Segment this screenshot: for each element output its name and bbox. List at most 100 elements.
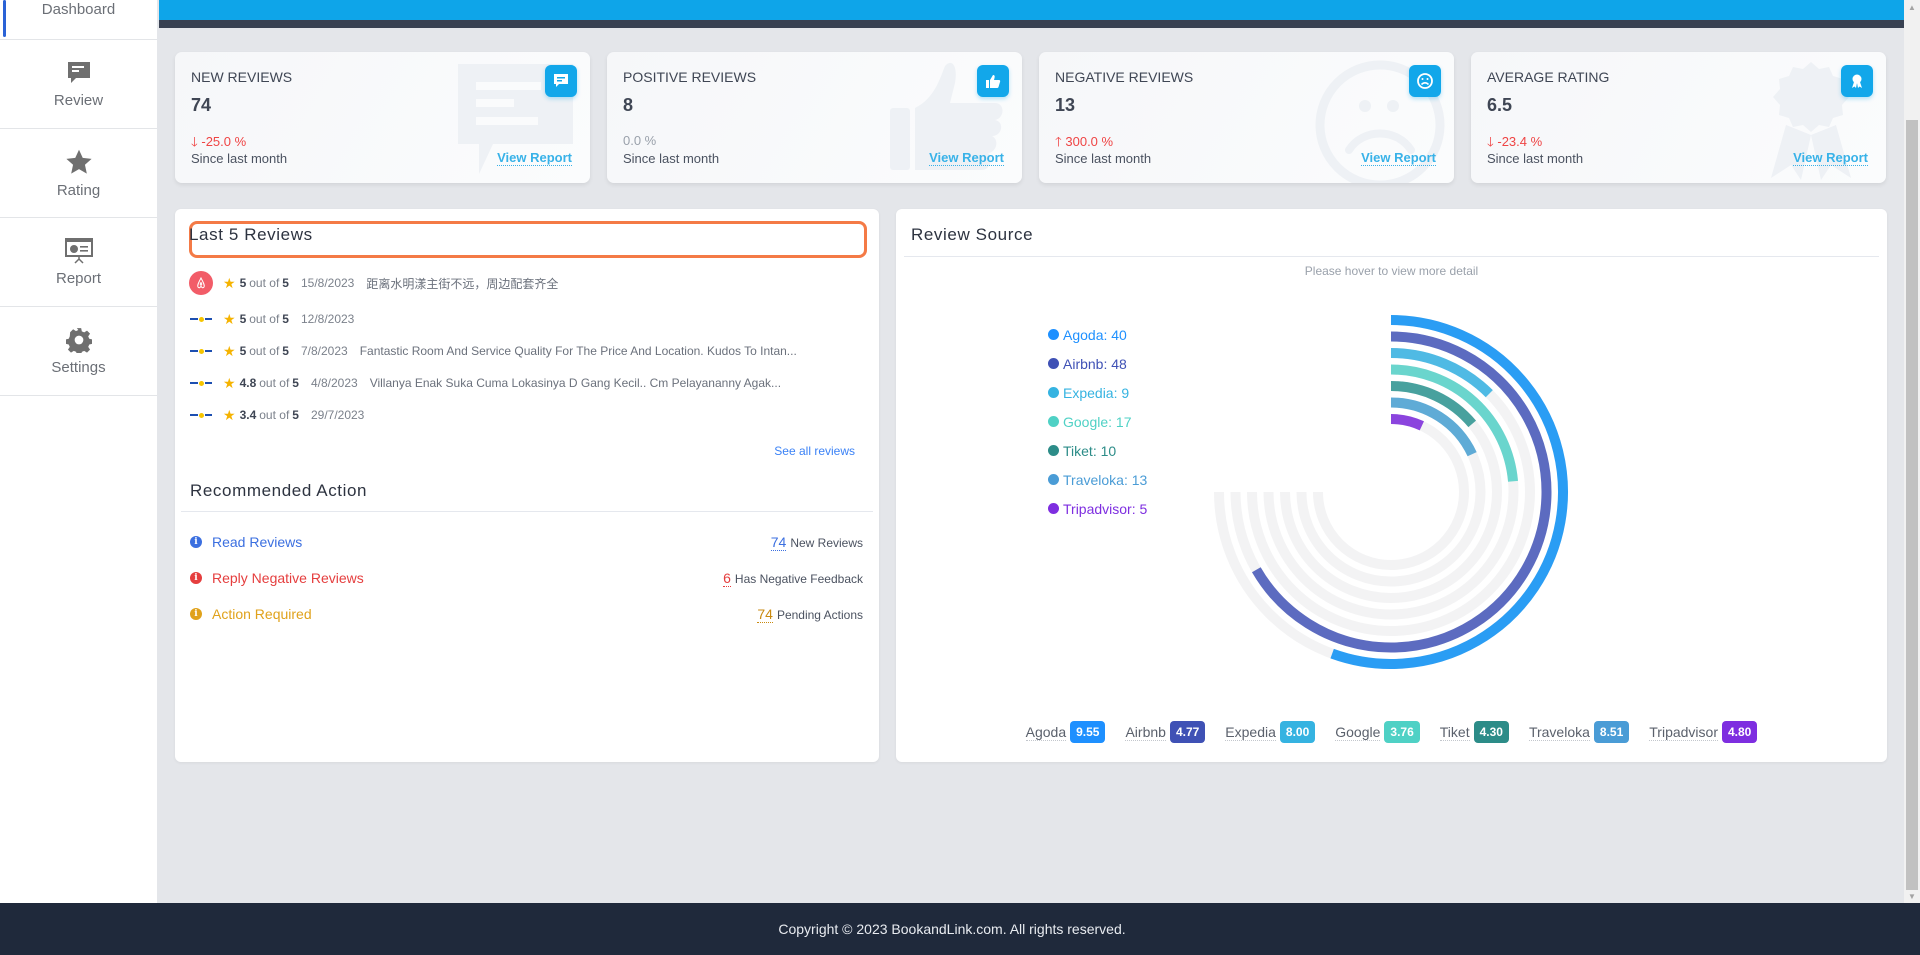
rating-item-traveloka[interactable]: Traveloka 8.51: [1528, 721, 1630, 743]
review-text: 距离水明漾主街不远，周边配套齐全: [366, 276, 559, 291]
action-reply-negative[interactable]: i Reply Negative Reviews 6 Has Negative F…: [190, 568, 863, 588]
legend-item-expedia[interactable]: Expedia: 9: [1048, 378, 1147, 407]
scroll-up-arrow-icon[interactable]: ▲: [1904, 0, 1920, 14]
stat-icon-badge: [1409, 65, 1441, 97]
review-row[interactable]: ★ 3.4 out of 5 29/7/2023: [189, 403, 376, 427]
out-of-label: out of: [249, 276, 280, 290]
review-source: [189, 371, 213, 395]
review-score: 5: [239, 312, 247, 326]
action-label[interactable]: Reply Negative Reviews: [212, 570, 364, 586]
legend-item-tiket[interactable]: Tiket: 10: [1048, 436, 1147, 465]
legend-label: Traveloka: 13: [1063, 471, 1148, 488]
review-row[interactable]: ★ 5 out of 5 12/8/2023: [189, 307, 366, 331]
out-of-label: out of: [259, 376, 290, 390]
star-icon: [65, 149, 92, 174]
radial-bar-tripadvisor[interactable]: [1390, 414, 1424, 431]
legend-marker: [1048, 474, 1059, 485]
rating-badge: 8.00: [1279, 721, 1316, 743]
legend-item-agoda[interactable]: Agoda: 40: [1048, 320, 1147, 349]
rating-item-expedia[interactable]: Expedia 8.00: [1225, 721, 1316, 743]
stat-value: 74: [191, 95, 212, 115]
sidebar-item-settings[interactable]: Settings: [0, 307, 157, 396]
sidebar-item-review[interactable]: Review: [0, 40, 157, 129]
review-text: Villanya Enak Suka Cuma Lokasinya D Gang…: [369, 376, 782, 390]
rating-badge: 4.80: [1722, 721, 1758, 743]
star-icon: ★: [223, 342, 236, 359]
radial-bar-chart[interactable]: [896, 209, 1887, 709]
stat-icon-badge: [1841, 65, 1873, 97]
rating-item-tripadvisor[interactable]: Tripadvisor 4.80: [1649, 721, 1758, 743]
stat-icon-badge: [545, 65, 577, 97]
review-date: 12/8/2023: [300, 312, 355, 326]
sidebar-item-dashboard[interactable]: Dashboard: [0, 0, 157, 40]
review-score: 3.4: [239, 408, 257, 422]
radial-track: [1313, 414, 1469, 570]
sidebar-item-report[interactable]: Report: [0, 218, 157, 307]
review-row[interactable]: ★ 5 out of 5 15/8/2023 距离水明漾主街不远，周边配套齐全: [189, 271, 558, 295]
action-required[interactable]: i Action Required 74 Pending Actions: [190, 604, 863, 624]
review-source-panel: Review Source Please hover to view more …: [896, 209, 1887, 762]
rating-source-name: Agoda: [1025, 723, 1067, 741]
view-report-link[interactable]: View Report: [929, 150, 1004, 166]
action-label[interactable]: Action Required: [212, 606, 312, 622]
review-max: 5: [292, 376, 299, 390]
rating-item-agoda[interactable]: Agoda 9.55: [1025, 721, 1106, 743]
legend-item-traveloka[interactable]: Traveloka: 13: [1048, 465, 1147, 494]
view-report-link[interactable]: View Report: [1793, 150, 1868, 166]
view-report-link[interactable]: View Report: [1361, 150, 1436, 166]
comment-icon: [554, 74, 568, 87]
legend-item-airbnb[interactable]: Airbnb: 48: [1048, 349, 1147, 378]
rating-badge: 4.77: [1169, 721, 1206, 743]
review-row[interactable]: ★ 5 out of 5 7/8/2023 Fantastic Room And…: [189, 339, 797, 363]
rating-source-name: Tiket: [1439, 723, 1470, 741]
chart-legend: Agoda: 40 Airbnb: 48 Expedia: 9 Google: 17 T…: [1048, 320, 1147, 523]
review-row[interactable]: ★ 4.8 out of 5 4/8/2023 Villanya Enak Su…: [189, 371, 781, 395]
out-of-label: out of: [249, 344, 280, 358]
review-source: [189, 307, 213, 331]
out-of-label: out of: [249, 312, 280, 326]
stat-value: 6.5: [1487, 95, 1513, 115]
star-icon: ★: [223, 374, 236, 391]
rating-badge: 9.55: [1070, 721, 1106, 743]
legend-label: Expedia: 9: [1063, 384, 1130, 401]
scroll-down-arrow-icon[interactable]: ▼: [1904, 889, 1920, 903]
stat-icon-badge: [977, 65, 1009, 97]
presentation-icon: [64, 237, 93, 264]
review-source: [189, 271, 213, 295]
rating-source-name: Tripadvisor: [1649, 723, 1718, 741]
stat-title: AVERAGE RATING: [1487, 69, 1610, 85]
rating-item-airbnb[interactable]: Airbnb 4.77: [1125, 721, 1206, 743]
info-icon: i: [190, 608, 202, 620]
scrollbar-thumb[interactable]: [1906, 120, 1918, 890]
stat-title: NEGATIVE REVIEWS: [1055, 69, 1194, 85]
sidebar-item-label: Report: [55, 269, 102, 287]
stat-card-average-rating: AVERAGE RATING 6.5 🡓 -23.4 % Since last …: [1471, 52, 1886, 183]
legend-item-google[interactable]: Google: 17: [1048, 407, 1147, 436]
legend-label: Google: 17: [1063, 413, 1132, 430]
review-max: 5: [282, 276, 289, 290]
sidebar-item-rating[interactable]: Rating: [0, 129, 157, 218]
page-scrollbar[interactable]: ▲ ▼: [1904, 0, 1920, 903]
view-report-link[interactable]: View Report: [497, 150, 572, 166]
action-read-reviews[interactable]: i Read Reviews 74 New Reviews: [190, 532, 863, 552]
sidebar-item-label: Dashboard: [41, 1, 116, 18]
rating-item-google[interactable]: Google 3.76: [1335, 721, 1420, 743]
action-count: 6 Has Negative Feedback: [723, 570, 863, 587]
arrow-down-icon: 🡓: [1487, 134, 1498, 149]
review-max: 5: [292, 408, 299, 422]
review-score: 5: [239, 276, 247, 290]
stat-card-positive-reviews: POSITIVE REVIEWS 8 0.0 % Since last mont…: [607, 52, 1022, 183]
rating-badge: 3.76: [1384, 721, 1420, 743]
see-all-reviews-link[interactable]: See all reviews: [774, 444, 855, 458]
legend-item-tripadvisor[interactable]: Tripadvisor: 5: [1048, 494, 1147, 523]
rating-source-name: Google: [1335, 723, 1381, 741]
thumbs-up-icon: [986, 75, 1001, 88]
stat-since: Since last month: [1055, 151, 1152, 166]
legend-label: Airbnb: 48: [1063, 355, 1127, 372]
section-title: Last 5 Reviews: [189, 225, 313, 244]
rating-item-tiket[interactable]: Tiket 4.30: [1439, 721, 1509, 743]
review-max: 5: [282, 344, 289, 358]
radial-track: [1247, 348, 1535, 636]
stat-since: Since last month: [1487, 151, 1584, 166]
action-label[interactable]: Read Reviews: [212, 534, 302, 550]
